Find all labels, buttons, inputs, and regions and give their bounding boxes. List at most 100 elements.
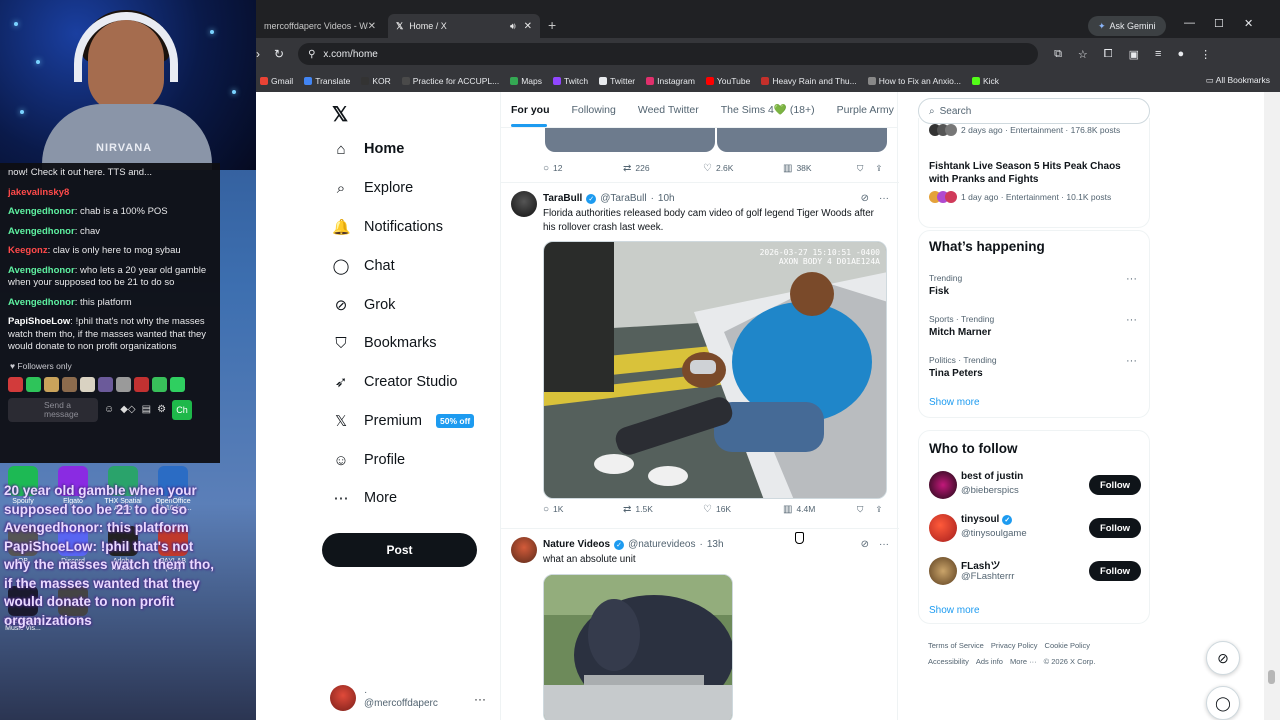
- speaker-icon[interactable]: 🔊︎: [510, 21, 516, 32]
- follow-suggestion[interactable]: best of justin @bieberspics Follow: [929, 469, 1141, 501]
- timeline-tab[interactable]: Purple Army: [837, 104, 894, 116]
- tweet[interactable]: Nature Videos ✓ @naturevideos · 13h ⊘ ··…: [501, 528, 899, 720]
- close-icon[interactable]: ✕: [524, 21, 532, 32]
- grok-icon[interactable]: ⊘: [861, 539, 869, 550]
- bookmark-star-icon[interactable]: ☆: [1078, 48, 1088, 61]
- tweet-author-handle[interactable]: @naturevideos: [628, 539, 695, 550]
- grok-icon[interactable]: ⊘: [861, 193, 869, 204]
- reply-button[interactable]: ○ 12: [543, 163, 623, 174]
- show-more-link[interactable]: Show more: [929, 605, 980, 616]
- avatar[interactable]: [929, 514, 957, 542]
- bookmark-item[interactable]: How to Fix an Anxio...: [867, 76, 961, 86]
- url-field[interactable]: ⚲ x.com/home: [298, 43, 1039, 65]
- settings-gear-icon[interactable]: ⚙: [157, 404, 166, 415]
- avatar[interactable]: [929, 557, 957, 585]
- more-dots-icon[interactable]: ···: [879, 539, 889, 550]
- bookmark-item[interactable]: Maps: [510, 76, 542, 86]
- tweet-time[interactable]: 10h: [658, 193, 675, 204]
- tweet-time[interactable]: 13h: [707, 539, 724, 550]
- avatar[interactable]: [511, 537, 537, 563]
- nav-item-premium[interactable]: 𝕏 Premium 50% off: [332, 406, 475, 436]
- more-dots-icon[interactable]: ···: [879, 193, 889, 204]
- bookmark-item[interactable]: Twitter: [599, 76, 635, 86]
- site-info-icon[interactable]: ⚲: [308, 49, 315, 60]
- news-item[interactable]: Fishtank Live Season 5 Hits Peak Chaos w…: [929, 160, 1141, 203]
- page-scrollbar[interactable]: [1264, 92, 1280, 720]
- close-window-icon[interactable]: ✕: [1244, 17, 1253, 30]
- bookmark-item[interactable]: Gmail: [260, 76, 293, 86]
- messages-fab-button[interactable]: ◯: [1206, 686, 1240, 720]
- nav-item-creator-studio[interactable]: ➶ Creator Studio: [332, 367, 458, 397]
- emote-icon[interactable]: [8, 376, 23, 392]
- chat-username[interactable]: jakevalinsky8: [8, 187, 69, 198]
- chat-username[interactable]: Avengedhonor: [8, 226, 75, 237]
- media-control-icon[interactable]: ≡: [1155, 48, 1161, 60]
- chat-message-input[interactable]: Send a message: [8, 397, 98, 422]
- emote-icon[interactable]: [116, 376, 131, 392]
- grok-fab-button[interactable]: ⊘: [1206, 641, 1240, 675]
- menu-kebab-icon[interactable]: ⋮: [1200, 48, 1211, 61]
- extensions-icon[interactable]: ⧠: [1104, 48, 1113, 61]
- like-button[interactable]: ♡ 16K: [703, 504, 783, 515]
- avatar[interactable]: [511, 191, 537, 217]
- avatar[interactable]: [929, 471, 957, 499]
- chat-username[interactable]: Avengedhonor: [8, 206, 75, 217]
- tab-home-x[interactable]: 𝕏 Home / X 🔊︎ ✕: [388, 14, 540, 38]
- bookmark-item[interactable]: Kick: [971, 76, 999, 86]
- footer-link[interactable]: Terms of Service: [928, 641, 984, 650]
- bookmark-item[interactable]: Twitch: [553, 76, 588, 86]
- timeline-tab[interactable]: The Sims 4💚 (18+): [721, 103, 815, 116]
- nav-item-explore[interactable]: ⌕ Explore: [332, 173, 413, 203]
- footer-link[interactable]: Ads info: [976, 657, 1003, 666]
- more-dots-icon[interactable]: ···: [1126, 355, 1137, 367]
- x-logo[interactable]: 𝕏: [332, 102, 348, 127]
- nav-item-home[interactable]: ⌂ Home: [332, 134, 404, 164]
- nav-item-notifications[interactable]: 🔔 Notifications: [332, 212, 443, 242]
- trend-item[interactable]: Politics · Trending Tina Peters ···: [929, 355, 1141, 379]
- views-button[interactable]: ▥ 4.4M: [783, 504, 863, 515]
- more-dots-icon[interactable]: ···: [1126, 314, 1137, 326]
- emote-icon[interactable]: [44, 376, 59, 392]
- bookmark-item[interactable]: KOR: [361, 76, 391, 86]
- show-more-link[interactable]: Show more: [929, 397, 980, 408]
- store-icon[interactable]: ▤: [142, 404, 151, 415]
- trend-item[interactable]: Sports · Trending Mitch Marner ···: [929, 314, 1141, 338]
- emote-icon[interactable]: [26, 376, 41, 392]
- nav-item-grok[interactable]: ⊘ Grok: [332, 290, 396, 320]
- emoji-icon[interactable]: ☺: [104, 404, 114, 415]
- repost-button[interactable]: ⇄ 1.5K: [623, 504, 703, 515]
- more-dots-icon[interactable]: ···: [1126, 273, 1137, 285]
- footer-link[interactable]: More ···: [1010, 657, 1037, 666]
- timeline-tab[interactable]: Following: [572, 104, 616, 116]
- suggestion-name[interactable]: tinysoul: [961, 514, 999, 525]
- tweet-author-name[interactable]: TaraBull: [543, 193, 582, 204]
- more-dots-icon[interactable]: ···: [474, 692, 486, 706]
- bits-icon[interactable]: ◆◇: [120, 404, 135, 415]
- account-switcher[interactable]: · @mercoffdaperc: [330, 685, 438, 711]
- views-button[interactable]: ▥ 38K: [783, 163, 863, 174]
- emote-icon[interactable]: [98, 376, 113, 392]
- bookmark-item[interactable]: Practice for ACCUPL...: [401, 76, 499, 86]
- maximize-icon[interactable]: ☐: [1214, 17, 1224, 30]
- close-icon[interactable]: ✕: [368, 21, 376, 32]
- bookmark-icon[interactable]: ⛉: [857, 504, 863, 515]
- tweet-video[interactable]: [543, 574, 733, 720]
- like-button[interactable]: ♡ 2.6K: [703, 163, 783, 174]
- scrollbar-thumb[interactable]: [1268, 670, 1275, 684]
- chat-username[interactable]: Avengedhonor: [8, 297, 75, 308]
- emote-icon[interactable]: [62, 376, 77, 392]
- trend-item[interactable]: Trending Fisk ···: [929, 273, 1141, 297]
- repost-button[interactable]: ⇄ 226: [623, 163, 703, 174]
- chat-send-button[interactable]: Ch: [172, 399, 193, 420]
- footer-link[interactable]: Cookie Policy: [1045, 641, 1090, 650]
- bookmark-item[interactable]: Translate: [304, 76, 350, 86]
- chat-username[interactable]: PapiShoeLow: [8, 316, 70, 327]
- follow-button[interactable]: Follow: [1089, 475, 1141, 495]
- suggestion-name[interactable]: FLashツ: [961, 557, 1000, 572]
- ask-gemini-button[interactable]: ✦ Ask Gemini: [1088, 16, 1166, 36]
- nav-item-more[interactable]: ⋯ More: [332, 483, 398, 513]
- follow-suggestion[interactable]: tinysoul ✓ @tinysoulgame Follow: [929, 512, 1141, 544]
- split-view-icon[interactable]: ▣: [1129, 48, 1139, 61]
- tweet-video[interactable]: 2026-03-27 15:10:51 -0400 AXON BODY 4 D0…: [543, 241, 887, 499]
- share-icon[interactable]: ⇪: [875, 504, 882, 515]
